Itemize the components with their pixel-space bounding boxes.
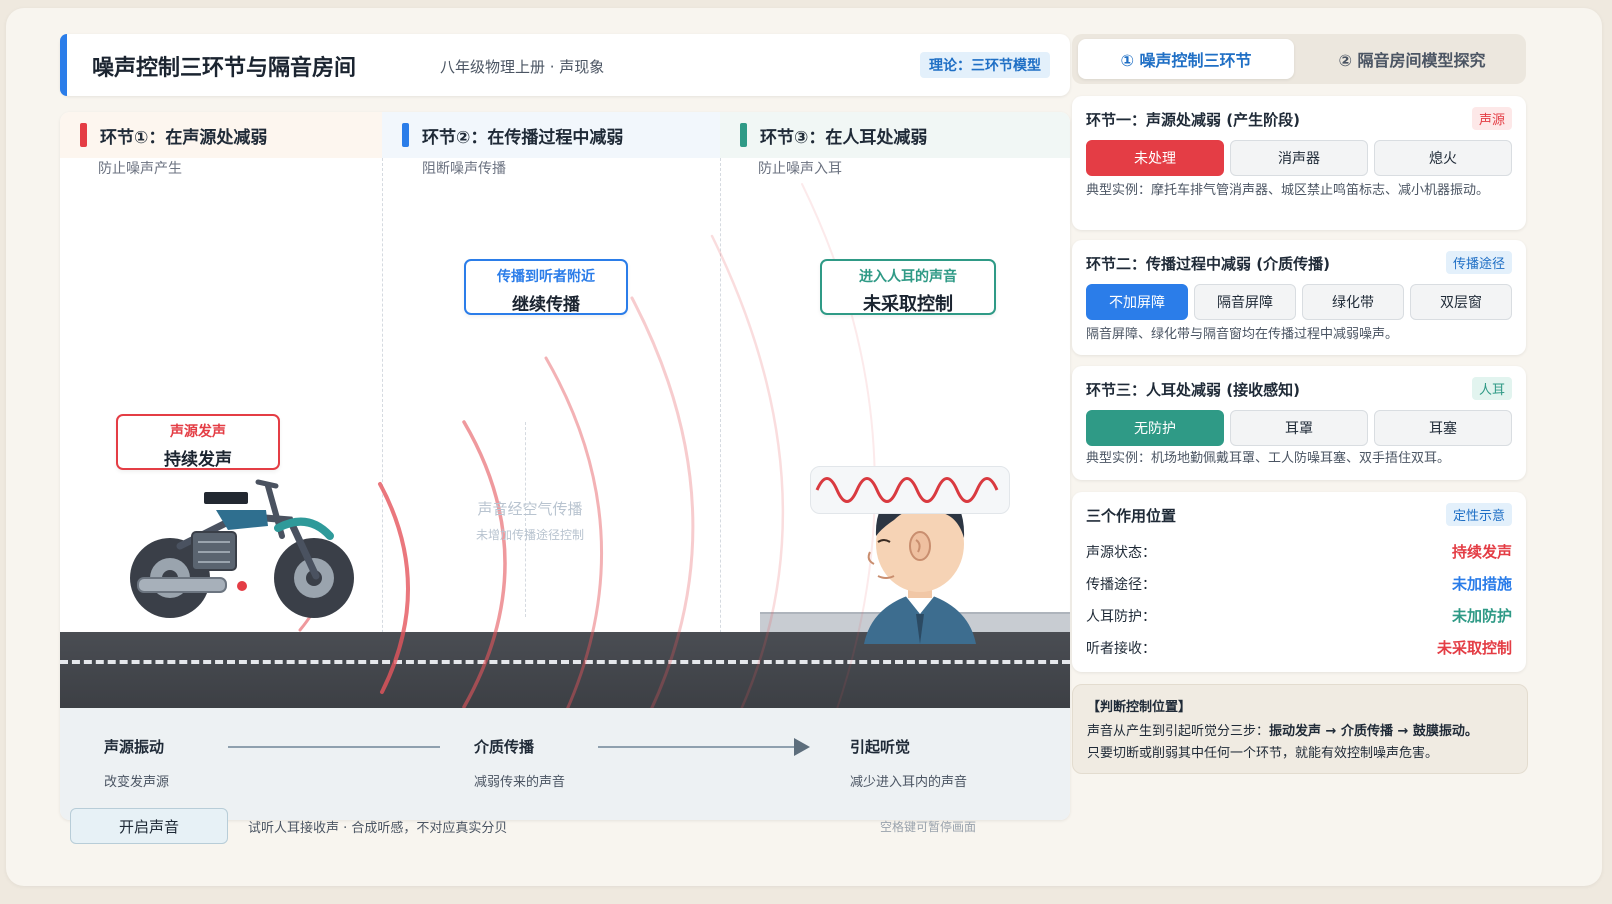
- waveform-icon: [815, 477, 999, 503]
- simulation-stage: 环节①：在声源处减弱 环节②：在传播过程中减弱 环节③：在人耳处减弱 防止噪声产…: [60, 112, 1070, 820]
- flow-step-hearing: 引起听觉 减少进入耳内的声音: [850, 736, 967, 790]
- propagate-callout-status: 继续传播: [512, 295, 580, 315]
- card-tag: 定性示意: [1445, 503, 1512, 526]
- flow-step-title: 声源振动: [104, 738, 165, 756]
- status-row-listener: 听者接收： 未采取控制: [1086, 632, 1512, 664]
- ear-callout-status: 未采取控制: [863, 294, 953, 315]
- propagate-callout-label: 传播到听者附近: [497, 269, 595, 285]
- flow-step-title: 介质传播: [474, 738, 535, 756]
- ear-callout-label: 进入人耳的声音: [859, 269, 957, 285]
- ear-options: 无防护 耳罩 耳塞: [1086, 410, 1512, 446]
- card-path-control: 环节二：传播过程中减弱 (介质传播) 传播途径 不加屏障 隔音屏障 绿化带 双层…: [1072, 240, 1526, 355]
- status-value: 持续发声: [1451, 543, 1512, 561]
- sound-wave-arc: [630, 296, 695, 714]
- judge-line-2: 只要切断或削弱其中任何一个环节，就能有效控制噪声危害。: [1087, 746, 1439, 761]
- card-tag: 传播途径: [1445, 251, 1512, 274]
- option-earplugs[interactable]: 耳塞: [1374, 410, 1512, 446]
- option-earmuffs[interactable]: 耳罩: [1230, 410, 1368, 446]
- source-options: 未处理 消声器 熄火: [1086, 140, 1512, 176]
- path-options: 不加屏障 隔音屏障 绿化带 双层窗: [1086, 284, 1512, 320]
- judge-title: 【判断控制位置】: [1087, 700, 1192, 715]
- option-double-window[interactable]: 双层窗: [1410, 284, 1512, 320]
- flow-step-desc: 减少进入耳内的声音: [850, 775, 968, 790]
- flow-step-desc: 减弱传来的声音: [474, 775, 566, 790]
- option-muffler[interactable]: 消声器: [1230, 140, 1368, 176]
- judge-box: 【判断控制位置】 声音从产生到引起听觉分三步：振动发声 → 介质传播 → 鼓膜振…: [1072, 684, 1528, 774]
- status-row-source: 声源状态： 持续发声: [1086, 536, 1512, 568]
- option-untreated[interactable]: 未处理: [1086, 140, 1224, 176]
- motorcycle-icon: [130, 479, 354, 618]
- page-subtitle: 八年级物理上册 · 声现象: [440, 58, 605, 76]
- flow-step-source: 声源振动 改变发声源: [104, 736, 169, 790]
- status-key: 听者接收：: [1086, 641, 1156, 657]
- status-value: 未加防护: [1451, 607, 1512, 625]
- flow-bar: 声源振动 改变发声源 介质传播 减弱传来的声音 引起听觉 减少进入耳内的声音: [60, 708, 1070, 820]
- tab-soundproof-room[interactable]: ② 隔音房间模型探究: [1304, 39, 1520, 79]
- card-ear-control: 环节三：人耳处减弱 (接收感知) 人耳 无防护 耳罩 耳塞 典型实例：机场地勤佩…: [1072, 366, 1526, 480]
- status-row-ear: 人耳防护： 未加防护: [1086, 600, 1512, 632]
- flow-step-medium: 介质传播 减弱传来的声音: [474, 736, 565, 790]
- pause-hint: 空格键可暂停画面: [880, 820, 977, 834]
- tab-three-stages[interactable]: ① 噪声控制三环节: [1078, 39, 1294, 79]
- flow-connector: [598, 746, 798, 748]
- flow-step-title: 引起听觉: [850, 738, 911, 756]
- theory-badge: 理论：三环节模型: [920, 52, 1050, 78]
- judge-line-1-prefix: 声音从产生到引起听觉分三步：: [1087, 724, 1270, 739]
- arrow-right-icon: [794, 738, 810, 756]
- card-title: 环节一：声源处减弱 (产生阶段): [1086, 111, 1300, 129]
- propagate-callout: 传播到听者附近 继续传播: [464, 259, 628, 315]
- page-title: 噪声控制三环节与隔音房间: [92, 56, 357, 81]
- option-no-protection[interactable]: 无防护: [1086, 410, 1224, 446]
- status-value: 未加措施: [1451, 575, 1512, 593]
- ear-callout: 进入人耳的声音 未采取控制: [820, 259, 996, 315]
- option-no-barrier[interactable]: 不加屏障: [1086, 284, 1188, 320]
- flow-step-desc: 改变发声源: [104, 775, 170, 790]
- status-key: 声源状态：: [1086, 545, 1156, 561]
- status-key: 传播途径：: [1086, 577, 1156, 593]
- status-key: 人耳防护：: [1086, 609, 1156, 625]
- status-value: 未采取控制: [1436, 639, 1512, 657]
- card-note: 隔音屏障、绿化带与隔音窗均在传播过程中减弱噪声。: [1086, 327, 1399, 342]
- card-title: 环节三：人耳处减弱 (接收感知): [1086, 381, 1300, 399]
- option-sound-barrier[interactable]: 隔音屏障: [1194, 284, 1296, 320]
- card-tag: 人耳: [1471, 377, 1512, 400]
- flow-connector: [228, 746, 440, 748]
- received-waveform: [810, 466, 1010, 514]
- source-callout: 声源发声 持续发声: [116, 414, 280, 470]
- judge-line-1: 声音从产生到引起听觉分三步：振动发声 → 介质传播 → 鼓膜振动。: [1087, 720, 1478, 739]
- card-tag: 声源: [1471, 107, 1512, 130]
- status-row-path: 传播途径： 未加措施: [1086, 568, 1512, 600]
- card-title: 环节二：传播过程中减弱 (介质传播): [1086, 255, 1330, 273]
- page-header: 噪声控制三环节与隔音房间 八年级物理上册 · 声现象 理论：三环节模型: [60, 34, 1070, 96]
- air-propagation-label: 声音经空气传播: [477, 500, 583, 518]
- sound-wave-arc: [462, 420, 507, 709]
- judge-line-1-steps: 振动发声 → 介质传播 → 鼓膜振动。: [1269, 724, 1478, 739]
- sound-wave-arc: [710, 234, 785, 714]
- enable-sound-button[interactable]: 开启声音: [70, 808, 228, 844]
- card-source-control: 环节一：声源处减弱 (产生阶段) 声源 未处理 消声器 熄火 典型实例：摩托车排…: [1072, 96, 1526, 230]
- card-positions: 三个作用位置 定性示意 声源状态： 持续发声 传播途径： 未加措施 人耳防护： …: [1072, 492, 1526, 672]
- sound-note: 试听人耳接收声 · 合成听感，不对应真实分贝: [248, 821, 508, 836]
- source-callout-status: 持续发声: [164, 450, 232, 470]
- tab-bar: ① 噪声控制三环节 ② 隔音房间模型探究: [1072, 34, 1526, 84]
- card-note: 典型实例：摩托车排气管消声器、城区禁止鸣笛标志、减小机器振动。: [1086, 183, 1490, 198]
- option-engine-off[interactable]: 熄火: [1374, 140, 1512, 176]
- option-green-belt[interactable]: 绿化带: [1302, 284, 1404, 320]
- card-note: 典型实例：机场地勤佩戴耳罩、工人防噪耳塞、双手捂住双耳。: [1086, 451, 1451, 466]
- sound-wave-arc: [378, 482, 410, 694]
- source-callout-label: 声源发声: [170, 424, 226, 440]
- card-title: 三个作用位置: [1086, 507, 1177, 525]
- air-propagation-sub: 未增加传播途径控制: [475, 528, 584, 542]
- header-accent: [60, 34, 67, 96]
